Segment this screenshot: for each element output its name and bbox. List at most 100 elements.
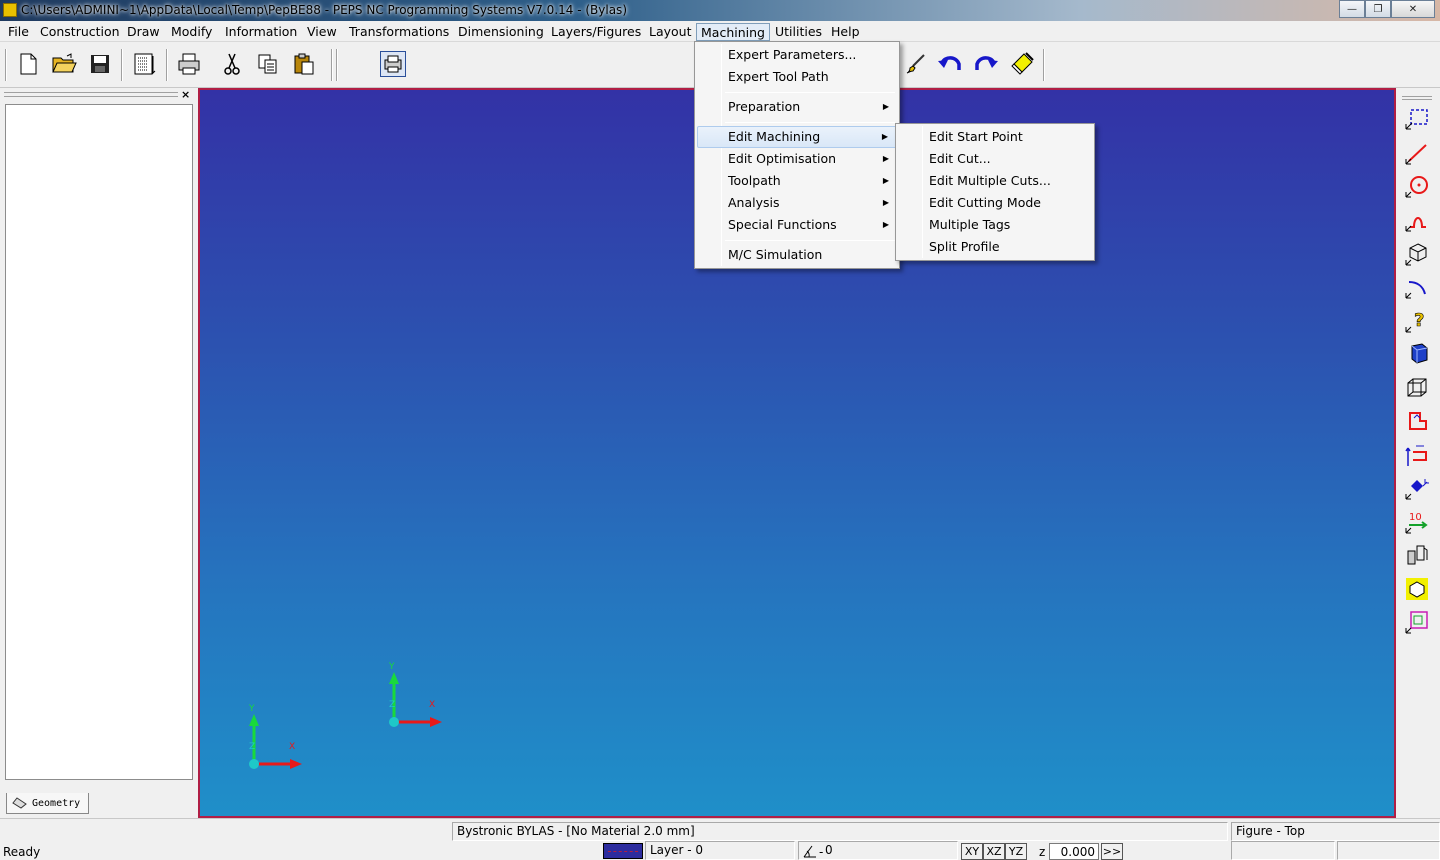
menu-item-toolpath[interactable]: Toolpath ▶ xyxy=(697,170,897,192)
sequence-icon[interactable] xyxy=(1402,440,1432,470)
brush-icon[interactable] xyxy=(902,51,928,77)
menu-modify[interactable]: Modify xyxy=(167,23,216,41)
machine-status: Bystronic BYLAS - [No Material 2.0 mm] xyxy=(452,822,1228,841)
pierce-point-icon[interactable] xyxy=(1402,473,1432,503)
menu-item-expert-tool-path[interactable]: Expert Tool Path xyxy=(697,66,897,88)
menu-item-label: Edit Machining xyxy=(728,129,821,144)
toolbar-grip[interactable] xyxy=(1402,96,1432,100)
submenu-arrow-icon: ▶ xyxy=(882,176,889,185)
menu-view[interactable]: View xyxy=(303,23,341,41)
panel-grip[interactable] xyxy=(4,92,178,97)
close-button[interactable]: ✕ xyxy=(1391,0,1435,18)
z-axis-label: Z xyxy=(389,700,396,710)
menu-item-edit-optimisation[interactable]: Edit Optimisation ▶ xyxy=(697,148,897,170)
layer-status: Layer - 0 xyxy=(645,841,795,860)
menu-item-edit-cut[interactable]: Edit Cut... xyxy=(898,148,1092,170)
menu-item-label: Analysis xyxy=(728,195,780,210)
menu-item-analysis[interactable]: Analysis ▶ xyxy=(697,192,897,214)
curve-icon[interactable] xyxy=(1402,272,1432,302)
menu-machining[interactable]: Machining xyxy=(696,23,770,41)
toolbar-separator xyxy=(336,49,338,81)
rectangle-select-icon[interactable] xyxy=(1402,103,1432,133)
arc-icon[interactable] xyxy=(1402,205,1432,235)
redo-icon[interactable] xyxy=(973,51,999,77)
shaded-view-icon[interactable] xyxy=(1402,339,1432,369)
menu-bar: File Construction Draw Modify Informatio… xyxy=(0,21,1440,42)
eraser-icon xyxy=(12,797,27,809)
undo-icon[interactable] xyxy=(937,51,963,77)
layer-color-swatch[interactable] xyxy=(603,843,643,859)
x-axis-label: X xyxy=(289,742,296,752)
menu-transformations[interactable]: Transformations xyxy=(345,23,453,41)
menu-item-edit-cutting-mode[interactable]: Edit Cutting Mode xyxy=(898,192,1092,214)
submenu-arrow-icon: ▶ xyxy=(882,102,889,111)
help-query-icon[interactable]: ? xyxy=(1402,306,1432,336)
menu-utilities[interactable]: Utilities xyxy=(771,23,826,41)
menu-help[interactable]: Help xyxy=(827,23,864,41)
line-icon[interactable] xyxy=(1402,138,1432,168)
minimize-button[interactable]: — xyxy=(1339,0,1365,18)
x-axis-label: X xyxy=(429,700,436,710)
angle-value: 0 xyxy=(825,843,833,857)
panel-close-button[interactable]: × xyxy=(181,88,190,101)
app-icon[interactable] xyxy=(3,3,17,17)
tooling-icon[interactable] xyxy=(1402,540,1432,570)
open-folder-icon[interactable] xyxy=(51,51,77,77)
status-bar: Bystronic BYLAS - [No Material 2.0 mm] F… xyxy=(0,818,1440,860)
tab-geometry-label: Geometry xyxy=(32,797,81,809)
plane-yz-button[interactable]: YZ xyxy=(1005,843,1027,860)
menu-item-mc-simulation[interactable]: M/C Simulation xyxy=(697,244,897,266)
more-button[interactable]: >> xyxy=(1101,843,1123,860)
edit-machining-submenu: Edit Start Point Edit Cut... Edit Multip… xyxy=(895,123,1095,261)
menu-item-split-profile[interactable]: Split Profile xyxy=(898,236,1092,258)
numbering-icon[interactable]: 10 xyxy=(1402,507,1432,537)
sheet-layout-icon[interactable] xyxy=(1402,607,1432,637)
save-icon[interactable] xyxy=(87,51,113,77)
window-title: C:\Users\ADMINI~1\AppData\Local\Temp\Pep… xyxy=(21,3,627,17)
window-controls: — ❐ ✕ xyxy=(1339,0,1435,18)
plot-icon[interactable] xyxy=(380,51,406,77)
machining-menu: Expert Parameters... Expert Tool Path Pr… xyxy=(694,41,900,269)
paste-icon[interactable] xyxy=(291,51,317,77)
new-file-icon[interactable] xyxy=(15,51,41,77)
menu-construction[interactable]: Construction xyxy=(36,23,124,41)
solid-icon[interactable] xyxy=(1402,239,1432,269)
menu-separator xyxy=(725,122,895,123)
print-preview-icon[interactable] xyxy=(132,51,158,77)
copy-icon[interactable] xyxy=(255,51,281,77)
cut-icon[interactable] xyxy=(219,51,245,77)
menu-draw[interactable]: Draw xyxy=(123,23,164,41)
plane-xy-button[interactable]: XY xyxy=(961,843,983,860)
toolbar-separator xyxy=(121,49,123,81)
menu-item-special-functions[interactable]: Special Functions ▶ xyxy=(697,214,897,236)
menu-item-preparation[interactable]: Preparation ▶ xyxy=(697,96,897,118)
menu-layers-figures[interactable]: Layers/Figures xyxy=(547,23,645,41)
menu-item-label: M/C Simulation xyxy=(728,247,823,262)
nest-part-icon[interactable] xyxy=(1402,574,1432,604)
right-toolbar: ? 10 xyxy=(1396,88,1440,818)
z-value-field[interactable]: 0.000 xyxy=(1049,843,1099,860)
print-icon[interactable] xyxy=(176,51,202,77)
menu-file[interactable]: File xyxy=(4,23,33,41)
profile-icon[interactable] xyxy=(1402,406,1432,436)
menu-dimensioning[interactable]: Dimensioning xyxy=(454,23,548,41)
menu-item-label: Special Functions xyxy=(728,217,837,232)
figure-status: Figure - Top xyxy=(1231,822,1440,841)
z-axis-label: Z xyxy=(249,742,256,752)
eraser-icon[interactable] xyxy=(1009,51,1035,77)
menu-information[interactable]: Information xyxy=(221,23,301,41)
geometry-tree[interactable] xyxy=(5,104,193,780)
menu-layout[interactable]: Layout xyxy=(645,23,696,41)
wireframe-view-icon[interactable] xyxy=(1402,373,1432,403)
menu-item-edit-start-point[interactable]: Edit Start Point xyxy=(898,126,1092,148)
menu-item-expert-parameters[interactable]: Expert Parameters... xyxy=(697,44,897,66)
svg-text:10: 10 xyxy=(1409,512,1422,523)
menu-item-edit-machining[interactable]: Edit Machining ▶ xyxy=(697,126,897,148)
tab-geometry[interactable]: Geometry xyxy=(6,793,89,814)
plane-xz-button[interactable]: XZ xyxy=(983,843,1005,860)
menu-item-multiple-tags[interactable]: Multiple Tags xyxy=(898,214,1092,236)
circle-icon[interactable] xyxy=(1402,171,1432,201)
menu-item-label: Expert Tool Path xyxy=(728,69,829,84)
menu-item-edit-multiple-cuts[interactable]: Edit Multiple Cuts... xyxy=(898,170,1092,192)
maximize-button[interactable]: ❐ xyxy=(1365,0,1391,18)
